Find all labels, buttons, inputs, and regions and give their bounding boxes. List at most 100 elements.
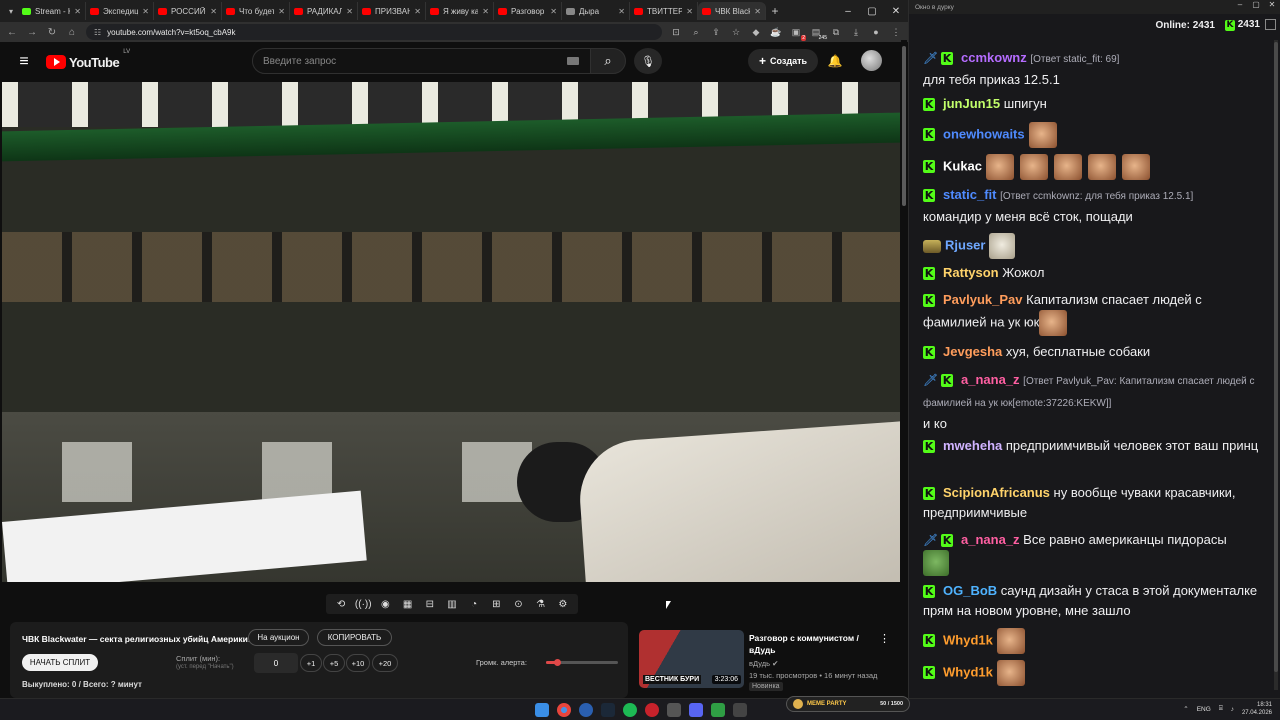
video-player[interactable] bbox=[2, 82, 900, 582]
chat-username[interactable]: mweheha bbox=[943, 438, 1002, 453]
network-icon[interactable]: ⌸ bbox=[1219, 705, 1223, 713]
browser-tab[interactable]: РОССИЙСКИЕ ✕ bbox=[154, 2, 222, 20]
chat-username[interactable]: a_nana_z bbox=[961, 532, 1020, 547]
app-icon[interactable] bbox=[667, 703, 681, 717]
reply-reference[interactable]: [Ответ ccmkownz: для тебя приказ 12.5.1] bbox=[1000, 191, 1193, 202]
loop-icon[interactable]: ⟲ bbox=[332, 599, 350, 610]
browser-tab[interactable]: ТВИТТЕР СН✕ bbox=[630, 2, 698, 20]
resize-icon[interactable]: ⊟ bbox=[421, 599, 439, 610]
back-icon[interactable]: ← bbox=[6, 27, 18, 38]
video-thumbnail[interactable]: ВЕСТНИК БУРИ 3:23:06 bbox=[639, 630, 744, 688]
chat-username[interactable]: a_nana_z bbox=[961, 372, 1020, 387]
start-split-button[interactable]: НАЧАТЬ СПЛИТ bbox=[22, 654, 98, 671]
tray-chevron-icon[interactable]: ⌃ bbox=[1183, 705, 1188, 713]
close-icon[interactable]: ✕ bbox=[1264, 0, 1280, 9]
chat-username[interactable]: Pavlyuk_Pav bbox=[943, 292, 1023, 307]
reload-icon[interactable]: ↻ bbox=[46, 27, 58, 38]
chat-username[interactable]: Whyd1k bbox=[943, 664, 993, 679]
browser-tab[interactable]: Я живу как ✕ bbox=[426, 2, 494, 20]
tab-search-icon[interactable]: ▾ bbox=[4, 4, 18, 18]
more-actions-icon[interactable]: ⋮ bbox=[879, 632, 890, 645]
chat-username[interactable]: static_fit bbox=[943, 187, 996, 202]
url-field[interactable]: ☷ youtube.com/watch?v=kt5oq_cbA9k bbox=[86, 24, 662, 40]
tab-close-icon[interactable]: ✕ bbox=[278, 7, 285, 16]
share-icon[interactable]: ⇪ bbox=[710, 27, 722, 38]
chat-username[interactable]: Rjuser bbox=[945, 237, 985, 252]
chat-username[interactable]: ccmkownz bbox=[961, 50, 1027, 65]
extension-icon[interactable]: ▣ 2 bbox=[790, 27, 806, 41]
browser-tab[interactable]: ЧВК Blackw ✕ bbox=[698, 2, 766, 20]
chat-username[interactable]: ScipionAfricanus bbox=[943, 485, 1050, 500]
alert-volume-slider[interactable] bbox=[546, 659, 618, 666]
profile-icon[interactable]: ● bbox=[870, 27, 882, 37]
avatar[interactable] bbox=[861, 50, 882, 71]
volume-knob[interactable] bbox=[553, 659, 561, 666]
chat-username[interactable]: Rattyson bbox=[943, 265, 999, 280]
forward-icon[interactable]: → bbox=[26, 27, 38, 38]
auction-button[interactable]: На аукцион bbox=[248, 629, 309, 646]
app-icon[interactable] bbox=[689, 703, 703, 717]
recommended-video[interactable]: ВЕСТНИК БУРИ 3:23:06 Разговор с коммунис… bbox=[639, 630, 899, 694]
chat-username[interactable]: junJun15 bbox=[943, 96, 1000, 111]
ambient-icon[interactable]: ▥ bbox=[443, 599, 461, 610]
split-minutes-input[interactable]: 0 bbox=[254, 653, 298, 673]
browser-tab[interactable]: ПРИЗВАНИЕ ✕ bbox=[358, 2, 426, 20]
steam-icon[interactable] bbox=[601, 703, 615, 717]
voice-search-button[interactable]: 🎙 bbox=[634, 48, 662, 74]
chrome-icon[interactable] bbox=[557, 703, 571, 717]
tab-close-icon[interactable]: ✕ bbox=[414, 7, 421, 16]
maximize-icon[interactable]: ▢ bbox=[860, 0, 884, 22]
page-scrollbar[interactable] bbox=[901, 40, 907, 698]
browser-tab[interactable]: Что будет ✕ bbox=[222, 2, 290, 20]
puzzle-icon[interactable]: ⧉ bbox=[830, 27, 842, 38]
meme-party-widget[interactable]: MEME PARTY 50 / 1500 bbox=[786, 696, 910, 712]
browser-tab[interactable]: Экспедиция✕ bbox=[86, 2, 154, 20]
minimize-icon[interactable]: – bbox=[1232, 0, 1248, 9]
tab-close-icon[interactable]: ✕ bbox=[550, 7, 557, 16]
browser-tab[interactable]: Stream - Kick ✕ bbox=[18, 2, 86, 20]
minimize-icon[interactable]: – bbox=[836, 0, 860, 22]
menu-dots-icon[interactable]: ⋮ bbox=[890, 27, 902, 38]
add-1-button[interactable]: +1 bbox=[300, 654, 322, 672]
browser-icon[interactable] bbox=[579, 703, 593, 717]
popout-icon[interactable] bbox=[1265, 19, 1276, 30]
tab-close-icon[interactable]: ✕ bbox=[618, 7, 625, 16]
tab-close-icon[interactable]: ✕ bbox=[346, 7, 353, 16]
tab-close-icon[interactable]: ✕ bbox=[686, 7, 693, 16]
browser-tab[interactable]: РАДИКАЛЬНЫЙ ✕ bbox=[290, 2, 358, 20]
create-button[interactable]: + Создать bbox=[748, 49, 818, 73]
tab-close-icon[interactable]: ✕ bbox=[482, 7, 489, 16]
audio-icon[interactable]: ((·)) bbox=[354, 599, 372, 610]
search-input[interactable]: Введите запрос bbox=[252, 48, 592, 74]
notifications-button[interactable]: 🔔 bbox=[826, 51, 844, 71]
copy-button[interactable]: КОПИРОВАТЬ bbox=[317, 629, 392, 646]
maximize-icon[interactable]: ▢ bbox=[1248, 0, 1264, 9]
flask-icon[interactable]: ⚗ bbox=[532, 599, 550, 610]
opera-icon[interactable] bbox=[645, 703, 659, 717]
chat-username[interactable]: onewhowaits bbox=[943, 126, 1025, 141]
close-icon[interactable]: ✕ bbox=[884, 0, 908, 22]
extension-icon[interactable]: ◆ bbox=[750, 27, 762, 38]
add-5-button[interactable]: +5 bbox=[323, 654, 345, 672]
download-icon[interactable]: ⤓ bbox=[850, 27, 862, 38]
chat-username[interactable]: Jevgesha bbox=[943, 344, 1002, 359]
tab-close-icon[interactable]: ✕ bbox=[74, 7, 81, 16]
clock[interactable]: 18:31 27.04.2026 bbox=[1242, 701, 1272, 717]
menu-icon[interactable]: ≡ bbox=[12, 53, 36, 71]
scrollbar-thumb[interactable] bbox=[902, 46, 906, 206]
tab-close-icon[interactable]: ✕ bbox=[210, 7, 217, 16]
gear-icon[interactable]: ⚙ bbox=[554, 599, 572, 610]
reply-reference[interactable]: [Ответ static_fit: 69] bbox=[1030, 54, 1119, 65]
chat-scrollbar[interactable] bbox=[1274, 40, 1278, 690]
screenshot-icon[interactable]: ⊙ bbox=[509, 599, 527, 610]
add-frame-icon[interactable]: ⊞ bbox=[487, 599, 505, 610]
app-icon[interactable] bbox=[711, 703, 725, 717]
chat-scrollbar-thumb[interactable] bbox=[1274, 42, 1278, 672]
browser-tab[interactable]: Дыра ✕ bbox=[562, 2, 630, 20]
add-10-button[interactable]: +10 bbox=[346, 654, 370, 672]
chat-username[interactable]: Whyd1k bbox=[943, 632, 993, 647]
language-indicator[interactable]: ENG bbox=[1197, 706, 1211, 713]
tab-close-icon[interactable]: ✕ bbox=[142, 7, 149, 16]
start-icon[interactable] bbox=[535, 703, 549, 717]
extension-icon[interactable]: ☕ bbox=[770, 27, 782, 38]
